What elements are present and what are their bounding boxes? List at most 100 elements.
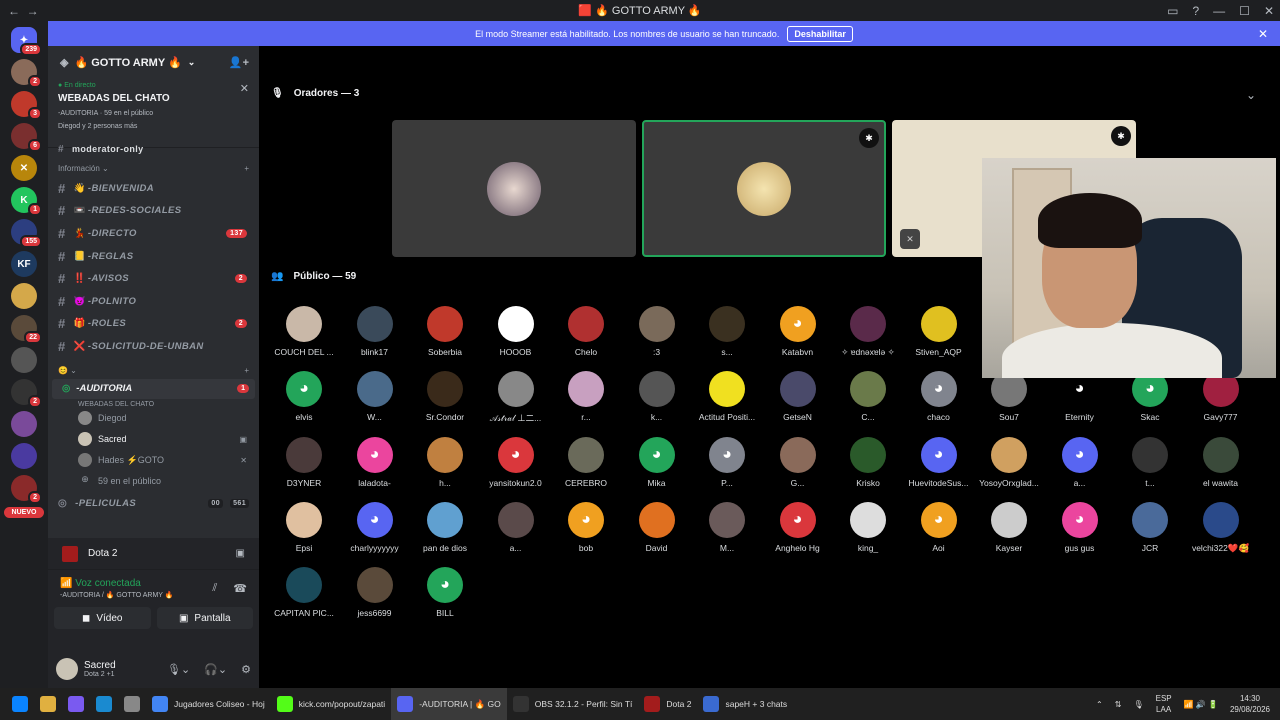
voice-channel-peliculas[interactable]: ◎ -PELICULAS 00 561 — [48, 492, 259, 515]
wifi-icon[interactable]: 📶 🔊 🔋 — [1184, 700, 1218, 709]
audience-member[interactable]: Krisko — [833, 436, 903, 488]
audience-member[interactable]: Sou7 — [974, 371, 1044, 422]
taskbar-app[interactable]: Dota 2 — [638, 688, 697, 720]
audience-member[interactable]: ◕ BILL — [410, 567, 480, 618]
audience-member[interactable]: t... — [1115, 436, 1185, 488]
audience-member[interactable]: ◕ P... — [692, 436, 762, 488]
microphone-icon[interactable]: 🎙 — [1133, 700, 1143, 709]
audience-member[interactable]: 𝒜𝓈𝓉𝓇𝒶𝓁 ⊥二... — [481, 371, 551, 424]
microphone-icon[interactable]: 🎙⌄ — [167, 663, 190, 676]
audience-member[interactable]: ◕ Katabvn — [763, 306, 833, 357]
audience-member[interactable]: ◕ charlyyyyyyy — [340, 501, 410, 553]
server-icon[interactable]: 155 — [11, 219, 42, 248]
audience-member[interactable]: ◕ Skac — [1115, 371, 1185, 422]
audience-member[interactable]: YosoyOrxglad... — [974, 436, 1044, 488]
live-stage-card[interactable]: ● En directo WEBADAS DEL CHATO -AUDITORI… — [48, 78, 259, 148]
audience-member[interactable]: Chelo — [551, 306, 621, 357]
signal-icon[interactable]: 📶 — [60, 578, 72, 589]
audience-member[interactable]: pan de dios — [410, 501, 480, 553]
category-informacion[interactable]: Información ⌄ + — [48, 154, 259, 177]
audience-member[interactable]: ◕ Mika — [622, 436, 692, 488]
channel-item[interactable]: # 😈 -POLNITO — [48, 290, 259, 313]
audience-member[interactable]: Actitud Positi... — [692, 371, 762, 422]
audience-member[interactable]: David — [622, 501, 692, 553]
server-icon[interactable]: 6 — [11, 123, 42, 152]
add-channel-icon[interactable]: + — [244, 164, 249, 173]
audience-member[interactable]: k... — [622, 371, 692, 422]
audience-member[interactable]: M... — [692, 501, 762, 553]
guild-header[interactable]: ◈ 🔥 GOTTO ARMY 🔥 ⌄ 👤+ — [48, 46, 259, 78]
channel-item[interactable]: # ‼️ -AVISOS 2 — [48, 267, 259, 290]
audience-member[interactable]: Epsi — [269, 501, 339, 553]
audience-member[interactable]: ◕ laladota- — [340, 436, 410, 488]
audience-member[interactable]: D3YNER — [269, 436, 339, 488]
taskbar-app[interactable]: OBS 32.1.2 - Perfil: Sin Tí — [507, 688, 639, 720]
voice-status[interactable]: Voz conectada — [75, 578, 141, 589]
audience-member[interactable]: Soberbia — [410, 306, 480, 357]
settings-icon[interactable]: ⚙ — [241, 663, 251, 676]
audience-member[interactable]: JCR — [1115, 501, 1185, 553]
audience-member[interactable]: C... — [833, 371, 903, 422]
audience-member[interactable]: Gavy777 — [1186, 371, 1256, 422]
server-icon[interactable]: 22 — [11, 315, 42, 344]
taskbar-app[interactable]: kick.com/popout/zapati — [271, 688, 391, 720]
help-icon[interactable]: ? — [1192, 4, 1199, 18]
audience-member[interactable]: HOOOB — [481, 306, 551, 357]
server-icon[interactable] — [11, 347, 37, 373]
audience-member[interactable]: ◕ chaco — [904, 371, 974, 422]
audience-member[interactable]: ◕ bob — [551, 501, 621, 553]
taskbar-app[interactable] — [34, 688, 62, 720]
taskbar-app[interactable] — [90, 688, 118, 720]
audience-member[interactable]: blink17 — [340, 306, 410, 357]
audience-member[interactable]: ◕ Aoi — [904, 501, 974, 553]
maximize-button[interactable]: ☐ — [1239, 4, 1250, 18]
audience-member[interactable]: CAPITAN PIC... — [269, 567, 339, 618]
audience-member[interactable]: s... — [692, 306, 762, 357]
disconnect-icon[interactable]: ☎ — [233, 582, 247, 595]
audience-member[interactable]: ◕ gus gus — [1045, 501, 1115, 553]
chevron-down-icon[interactable]: ⌄ — [1246, 88, 1256, 102]
network-icon[interactable]: ⇅ — [1115, 700, 1122, 709]
invite-icon[interactable]: 👤+ — [229, 56, 249, 69]
noise-suppression-icon[interactable]: ⫽ — [212, 582, 217, 595]
new-badge[interactable]: NUEVO — [4, 507, 44, 518]
taskbar-app[interactable] — [0, 688, 34, 720]
audience-member[interactable]: ◕ elvis — [269, 371, 339, 422]
channel-item[interactable]: # 📼 -REDES-SOCIALES — [48, 200, 259, 223]
server-icon[interactable]: 3 — [11, 91, 42, 120]
minimize-button[interactable]: — — [1213, 4, 1225, 18]
server-icon[interactable] — [11, 283, 37, 309]
headphones-icon[interactable]: 🎧⌄ — [204, 663, 227, 676]
server-icon[interactable]: ✕ — [11, 155, 37, 181]
audience-member[interactable]: ◕ Eternity — [1045, 371, 1115, 422]
voice-user[interactable]: Diegod — [48, 408, 259, 429]
taskbar-app[interactable]: -AUDITORIA | 🔥 GO — [391, 688, 507, 720]
server-icon[interactable]: K1 — [11, 187, 42, 216]
speaker-tile[interactable] — [392, 120, 636, 257]
audience-count-row[interactable]: ⊕ 59 en el público — [48, 471, 259, 492]
disable-streamer-button[interactable]: Deshabilitar — [787, 25, 853, 42]
inbox-icon[interactable]: ▭ — [1167, 4, 1178, 18]
channel-item[interactable]: # 💃 -DIRECTO 137 — [48, 222, 259, 245]
audience-member[interactable]: ◕ a... — [1045, 436, 1115, 488]
server-icon[interactable]: ✦ 239 — [11, 27, 42, 56]
taskbar-app[interactable]: Jugadores Coliseo - Hoj — [146, 688, 271, 720]
audience-member[interactable]: ◕ HuevitodeSus... — [904, 436, 974, 488]
server-icon[interactable] — [11, 411, 37, 437]
video-button[interactable]: ◼ Vídeo — [54, 607, 151, 629]
current-user[interactable]: Sacred Dota 2 +1 🎙⌄ 🎧⌄ ⚙ — [56, 658, 251, 680]
audience-member[interactable]: h... — [410, 436, 480, 488]
audience-member[interactable]: king_ — [833, 501, 903, 553]
audience-member[interactable]: a... — [481, 501, 551, 553]
taskbar-app[interactable] — [118, 688, 146, 720]
category-2[interactable]: 😊 ⌄ + — [48, 358, 259, 379]
close-icon[interactable]: ✕ — [1258, 27, 1268, 41]
audience-member[interactable]: :3 — [622, 306, 692, 357]
audience-member[interactable]: GetseN — [763, 371, 833, 422]
stream-game-icon[interactable]: ▣ — [236, 548, 245, 559]
clock[interactable]: 14:30 29/08/2026 — [1230, 693, 1270, 715]
game-activity[interactable]: Dota 2 ▣ — [48, 538, 259, 570]
taskbar-app[interactable] — [62, 688, 90, 720]
server-icon[interactable]: 2 — [11, 475, 42, 504]
dismiss-live-icon[interactable]: ✕ — [240, 82, 249, 95]
